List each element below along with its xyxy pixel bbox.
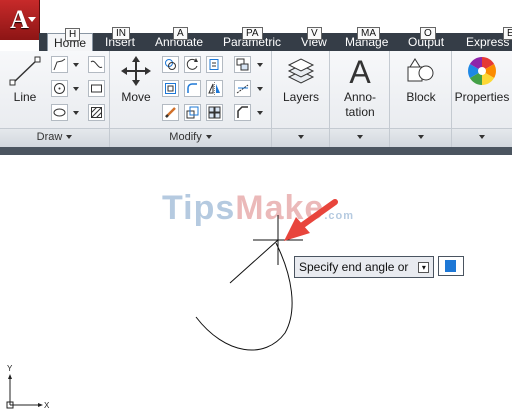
chevron-down-icon[interactable] [253,80,263,97]
properties-panel-footer[interactable] [452,128,512,147]
properties-label: Properties [454,90,510,104]
stretch-icon[interactable] [162,80,179,97]
hatch-icon[interactable] [88,104,105,121]
circle-icon[interactable] [51,80,68,97]
tab-home[interactable]: Home H [47,28,94,52]
line-icon [9,56,41,86]
keytip-badge: E [503,27,512,40]
chevron-down-icon [66,135,73,140]
rubber-band-line [229,239,279,284]
chevron-down-icon[interactable] [69,104,79,121]
scale-icon[interactable] [184,104,201,121]
layers-panel-footer[interactable] [272,128,329,147]
tab-parametric[interactable]: Parametric PA [223,27,281,51]
move-icon [121,56,151,86]
modify-panel-label: Modify [169,131,202,143]
erase-icon[interactable] [162,104,179,121]
block-label: Block [406,90,436,104]
drawing-area[interactable]: TipsMake.com Y X Specify end angle or ▾ [0,155,512,414]
line-button[interactable]: Line [6,55,44,105]
layers-label: Layers [282,90,320,104]
ellipse-icon[interactable] [51,104,68,121]
annotation-panel: A Anno- tation [330,51,390,147]
tab-view[interactable]: View V [301,27,327,51]
file-tab-strip [0,147,512,155]
keytip-badge: MA [357,27,380,40]
keytip-badge: V [307,27,322,40]
ribbon-tab-bar: Home H Insert IN Annotate A Parametric P… [39,27,512,52]
tab-express[interactable]: Express E [466,27,512,51]
offset-icon[interactable] [206,104,223,121]
modify-panel-footer[interactable]: Modify [110,128,271,147]
chevron-down-icon [297,135,304,140]
text-a-icon: A [349,54,371,90]
drawing-geometry [6,199,338,409]
prompt-text: Specify end angle or [299,260,409,274]
mirror-icon[interactable] [206,80,223,97]
layers-icon [287,58,315,84]
array-icon[interactable] [234,56,251,73]
keytip-badge: H [65,28,81,41]
draw-panel-footer[interactable]: Draw [0,128,109,147]
chevron-down-icon [356,135,363,140]
annotation-label-line1: Anno- [343,90,377,104]
block-button[interactable]: Block [396,55,446,105]
text-cursor [445,260,456,272]
ucs-y-label: Y [7,364,13,373]
move-button[interactable]: Move [116,55,156,105]
down-arrow-key-icon[interactable]: ▾ [418,261,430,273]
tab-insert[interactable]: Insert IN [105,27,135,51]
annotation-label-line2: tation [345,105,375,119]
line-label: Line [13,90,37,104]
copy-icon[interactable] [162,56,179,73]
ucs-x-label: X [44,401,50,410]
polyline-icon[interactable] [51,56,68,73]
keytip-badge: A [173,27,188,40]
block-panel: Block [390,51,452,147]
properties-panel: Properties [452,51,512,147]
tab-output[interactable]: Output O [408,27,444,51]
dynamic-input-prompt: Specify end angle or ▾ [294,256,435,278]
layers-panel: Layers [272,51,330,147]
chevron-down-icon[interactable] [253,104,263,121]
explode-icon[interactable] [234,80,251,97]
svg-text:A: A [349,55,371,87]
chevron-down-icon [205,135,212,140]
fillet-icon[interactable] [184,80,201,97]
ucs-icon [6,374,43,409]
dynamic-input-field[interactable] [438,256,464,276]
draw-panel-label: Draw [36,131,63,143]
keytip-badge: PA [242,27,263,40]
block-panel-footer[interactable] [390,128,451,147]
layers-button[interactable]: Layers [276,55,326,105]
pointer-arrow-icon [284,199,338,241]
spline-icon[interactable] [88,56,105,73]
block-icon [407,58,434,82]
chevron-down-icon[interactable] [69,56,79,73]
annotation-panel-footer[interactable] [330,128,389,147]
application-menu-button[interactable]: A [0,0,40,40]
rectangle-icon[interactable] [88,80,105,97]
tab-manage[interactable]: Manage MA [345,27,388,51]
chevron-down-icon[interactable] [69,80,79,97]
chevron-down-icon [479,135,485,140]
keytip-badge: IN [112,27,130,40]
ribbon: Line Draw Move Modify Layers A Anno- tat… [0,51,512,148]
draw-panel: Line Draw [0,51,110,147]
chevron-down-icon [28,17,36,22]
chevron-down-icon [417,135,424,140]
rotate-icon[interactable] [184,56,201,73]
modify-panel: Move Modify [110,51,272,147]
tab-annotate[interactable]: Annotate A [155,27,203,51]
chamfer-icon[interactable] [234,104,251,121]
properties-button[interactable]: Properties [452,55,512,105]
chevron-down-icon[interactable] [253,56,263,73]
annotation-button[interactable]: A Anno- tation [334,54,386,120]
trim-icon[interactable] [206,56,223,73]
color-wheel-icon [468,57,496,85]
keytip-badge: O [420,27,436,40]
move-label: Move [121,90,151,104]
autocad-logo-icon: A [10,5,29,34]
